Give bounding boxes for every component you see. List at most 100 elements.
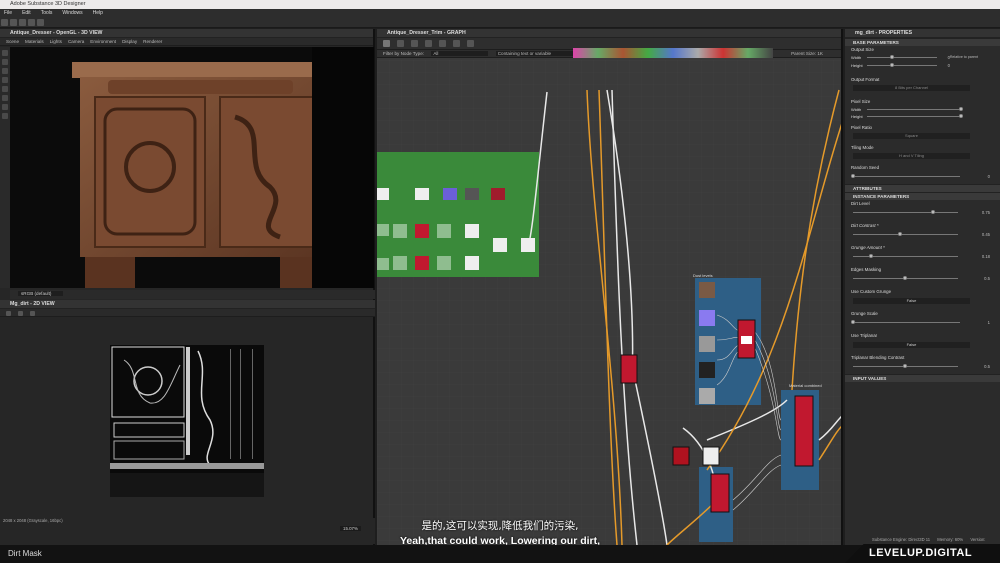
pixel-ratio-select[interactable]: Square (853, 133, 970, 139)
grunge-scale-value: 1 (987, 320, 990, 325)
dirt-level-knob[interactable] (931, 210, 935, 214)
frame-dust-levels: Dust levels (693, 273, 713, 278)
grunge-amount-value: 0.18 (981, 254, 990, 259)
dirt-contrast-value: 0.45 (981, 232, 990, 237)
graph-tool-icon[interactable] (467, 40, 474, 47)
menu-windows[interactable]: Windows (62, 10, 82, 16)
tab-scene[interactable]: Scene (6, 39, 19, 44)
graph-tool-icon[interactable] (397, 40, 404, 47)
graph-tool-icon[interactable] (425, 40, 432, 47)
tab-environment[interactable]: Environment (90, 39, 116, 44)
grunge-amount-row: Grunge Amount * 0.18 (845, 244, 1000, 266)
watermark-text: LEVELUP.DIGITAL (869, 547, 973, 559)
redo-icon[interactable] (37, 19, 44, 26)
pixel-width-label: Width (851, 107, 862, 112)
light-icon[interactable] (2, 59, 8, 65)
dirt-contrast-slider[interactable] (853, 234, 958, 235)
graph-panel[interactable]: Antique_Dresser_Trim - GRAPH Filter by N… (377, 29, 843, 545)
dirt-level-value: 0.75 (981, 210, 990, 215)
graph-tool-icon[interactable] (411, 40, 418, 47)
menu-help[interactable]: Help (93, 10, 103, 16)
graph-toolbar (377, 38, 841, 58)
custom-grunge-label: Use Custom Grunge (851, 289, 892, 294)
pixel-ratio-row: Pixel Ratio Square (845, 124, 1000, 144)
channel-icon[interactable] (30, 311, 35, 316)
axis-icon[interactable] (2, 95, 8, 101)
random-seed-slider[interactable] (855, 176, 960, 177)
triplanar-row: Use Triplanar False (845, 332, 1000, 354)
viewport-2d-texture[interactable] (110, 345, 264, 497)
width-mode[interactable]: Relative to parent (950, 55, 978, 59)
edges-masking-knob[interactable] (903, 276, 907, 280)
dirt-contrast-label: Dirt Contrast * (851, 223, 879, 228)
menu-bar: File Edit Tools Windows Help (0, 9, 1000, 17)
pixel-size-row: Pixel Size Width Height (845, 98, 1000, 124)
section-base-parameters[interactable]: BASE PARAMETERS (845, 38, 1000, 46)
fit-icon[interactable] (6, 311, 11, 316)
graph-tool-icon[interactable] (439, 40, 446, 47)
triplanar-blend-label: Triplanar Blending Contrast (851, 355, 905, 360)
height-slider[interactable] (867, 65, 937, 66)
tab-display[interactable]: Display (122, 39, 137, 44)
grunge-amount-knob[interactable] (869, 254, 873, 258)
random-seed-value: 0 (987, 174, 990, 179)
output-size-row: Output Size Width Height 0 0 Relative to… (845, 46, 1000, 76)
env-icon[interactable] (2, 68, 8, 74)
section-instance-parameters[interactable]: INSTANCE PARAMETERS (845, 192, 1000, 200)
display-icon[interactable] (2, 77, 8, 83)
filter-select[interactable]: All (431, 51, 489, 56)
width-slider[interactable] (867, 57, 937, 58)
render-icon[interactable] (2, 86, 8, 92)
stats-icon[interactable] (2, 113, 8, 119)
dirt-level-slider[interactable] (853, 212, 958, 213)
tab-renderer[interactable]: Renderer (143, 39, 162, 44)
triplanar-blend-knob[interactable] (903, 364, 907, 368)
tile-icon[interactable] (18, 311, 23, 316)
camera-icon[interactable] (2, 50, 8, 56)
output-format-row: Output Format 8 Bits per Channel (845, 76, 1000, 98)
save-icon[interactable] (19, 19, 26, 26)
height-knob[interactable] (890, 63, 894, 67)
triplanar-toggle[interactable]: False (853, 342, 970, 348)
tiling-mode-label: Tiling Mode (851, 145, 874, 150)
uv-icon[interactable] (2, 104, 8, 110)
grunge-scale-slider[interactable] (855, 322, 960, 323)
section-input-values[interactable]: INPUT VALUES (845, 374, 1000, 382)
undo-icon[interactable] (28, 19, 35, 26)
tab-camera[interactable]: Camera (68, 39, 84, 44)
tiling-mode-select[interactable]: H and V Tiling (853, 153, 970, 159)
properties-panel: mg_dirt - PROPERTIES BASE PARAMETERS Out… (845, 29, 1000, 545)
tab-lights[interactable]: Lights (50, 39, 62, 44)
section-attributes[interactable]: ATTRIBUTES (845, 184, 1000, 192)
custom-grunge-toggle[interactable]: False (853, 298, 970, 304)
open-icon[interactable] (10, 19, 17, 26)
menu-tools[interactable]: Tools (41, 10, 53, 16)
height-value: 0 (947, 63, 950, 68)
height-label: Height (851, 63, 863, 68)
pixel-height-knob[interactable] (959, 114, 963, 118)
node-library-strip[interactable] (573, 48, 773, 58)
graph-tool-icon[interactable] (383, 40, 390, 47)
viewport-3d[interactable] (10, 47, 374, 288)
width-label: Width (851, 55, 862, 60)
parent-size-select[interactable]: Parent Size: 1K (791, 50, 823, 58)
new-icon[interactable] (1, 19, 8, 26)
menu-edit[interactable]: Edit (22, 10, 31, 16)
dirt-contrast-knob[interactable] (898, 232, 902, 236)
colorspace-select[interactable]: sRGB (default) (18, 291, 64, 296)
random-seed-label: Random Seed (851, 165, 880, 170)
custom-grunge-row: Use Custom Grunge False (845, 288, 1000, 310)
dirt-level-label: Dirt Level (851, 201, 870, 206)
pixel-height-slider[interactable] (867, 116, 962, 117)
output-format-select[interactable]: 8 Bits per Channel (853, 85, 970, 91)
tiling-mode-row: Tiling Mode H and V Tiling (845, 144, 1000, 164)
graph-tool-icon[interactable] (453, 40, 460, 47)
view3d-bottom-bar: sRGB (default) (10, 290, 375, 299)
pixel-width-knob[interactable] (959, 107, 963, 111)
pixel-width-slider[interactable] (867, 109, 962, 110)
width-knob[interactable] (890, 55, 894, 59)
tab-materials[interactable]: Materials (25, 39, 44, 44)
main-toolbar (0, 17, 1000, 28)
menu-file[interactable]: File (4, 10, 12, 16)
node-graph-canvas[interactable] (377, 60, 843, 545)
